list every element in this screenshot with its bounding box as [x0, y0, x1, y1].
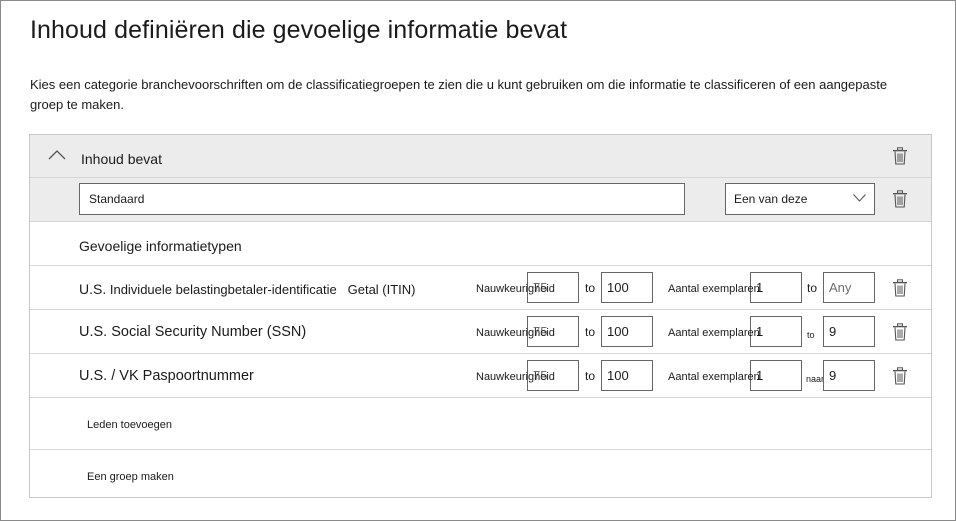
sensitive-type-row: U.S. / VK Paspoortnummer 75 Nauwkeurighe… [30, 354, 931, 398]
type-name-suffix: Getal (ITIN) [336, 282, 416, 297]
accuracy-to-label: to [585, 325, 596, 339]
trash-icon[interactable] [892, 367, 908, 385]
page-title: Inhoud definiëren die gevoelige informat… [30, 16, 568, 44]
sensitive-types-section: Gevoelige informatietypen [30, 222, 931, 266]
accuracy-label: Nauwkeurigheid [476, 327, 555, 339]
create-group-row: Een groep maken [30, 450, 931, 497]
group-name-input[interactable]: Standaard [79, 183, 685, 215]
count-max-input[interactable]: Any [823, 272, 875, 303]
group-name-row: Standaard Een van deze [30, 178, 931, 222]
count-to-label: naar [806, 374, 825, 384]
group-header-label: Inhoud bevat [81, 151, 162, 167]
count-to-label: to [807, 330, 815, 340]
type-name-prefix: U.S. [79, 281, 107, 297]
count-label: Aantal exemplaren [668, 327, 760, 339]
type-name-main: Individuele belastingbetaler-identificat… [106, 282, 337, 297]
count-label: Aantal exemplaren [668, 283, 760, 295]
chevron-down-icon [853, 194, 866, 202]
accuracy-max-input[interactable]: 100 [601, 316, 653, 347]
sensitive-type-row: U.S. Social Security Number (SSN) 75 Nau… [30, 310, 931, 354]
trash-icon[interactable] [892, 147, 908, 165]
sensitive-type-name: U.S. / VK Paspoortnummer [79, 368, 254, 384]
accuracy-to-label: to [585, 369, 596, 383]
add-members-link[interactable]: Leden toevoegen [87, 419, 172, 431]
count-to-label: to [807, 281, 818, 295]
accuracy-label: Nauwkeurigheid [476, 371, 555, 383]
group-header: Inhoud bevat [30, 135, 931, 178]
add-members-row: Leden toevoegen [30, 398, 931, 450]
sensitive-type-row: U.S. Individuele belastingbetaler-identi… [30, 266, 931, 310]
trash-icon[interactable] [892, 279, 908, 297]
count-max-input[interactable]: 9 [823, 360, 875, 391]
create-group-link[interactable]: Een groep maken [87, 471, 174, 483]
accuracy-to-label: to [585, 281, 596, 295]
count-label: Aantal exemplaren [668, 371, 760, 383]
trash-icon[interactable] [892, 190, 908, 208]
page-description: Kies een categorie branchevoorschriften … [30, 77, 888, 112]
chevron-up-icon[interactable] [48, 149, 66, 161]
operator-select[interactable]: Een van deze [725, 183, 875, 215]
sensitive-type-name: U.S. Social Security Number (SSN) [79, 324, 307, 340]
operator-selected-value: Een van deze [734, 192, 808, 206]
trash-icon[interactable] [892, 323, 908, 341]
content-contains-panel: Inhoud bevat Standaard Een van deze Gevo… [29, 134, 932, 498]
section-label: Gevoelige informatietypen [79, 238, 242, 254]
sensitive-type-name: U.S. Individuele belastingbetaler-identi… [79, 281, 416, 297]
accuracy-label: Nauwkeurigheid [476, 283, 555, 295]
accuracy-max-input[interactable]: 100 [601, 272, 653, 303]
count-max-input[interactable]: 9 [823, 316, 875, 347]
accuracy-max-input[interactable]: 100 [601, 360, 653, 391]
